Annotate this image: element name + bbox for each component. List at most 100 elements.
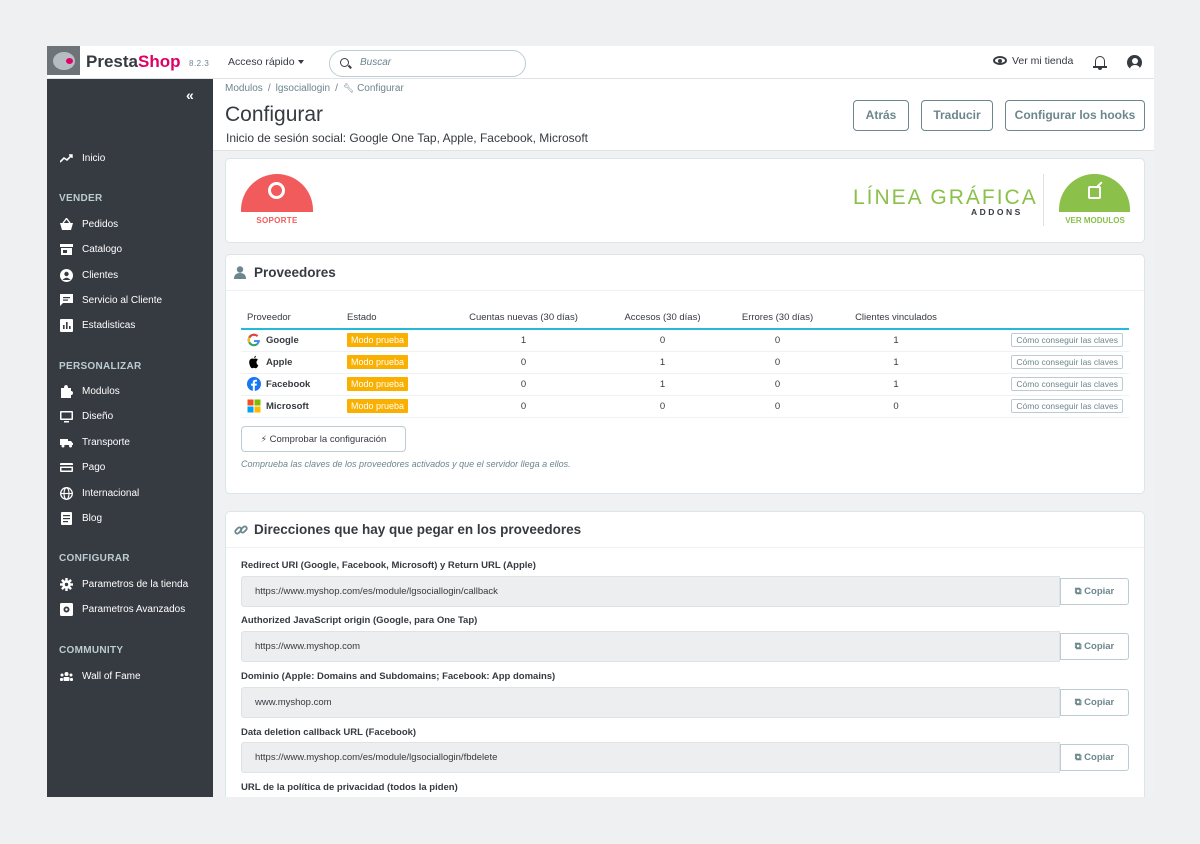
how-to-get-keys-button[interactable]: Cómo conseguir las claves	[1011, 355, 1123, 369]
breadcrumb-modulos[interactable]: Modulos	[225, 83, 263, 94]
sidebar-item-servicio[interactable]: Servicio al Cliente	[47, 290, 213, 312]
sidebar-item-transporte[interactable]: Transporte	[47, 432, 213, 454]
person-icon	[234, 266, 246, 279]
provider-name: Microsoft	[266, 400, 309, 412]
copy-icon: ⧉	[1074, 697, 1082, 708]
copy-button[interactable]: ⧉ Copiar	[1060, 633, 1129, 660]
sidebar-item-catalogo[interactable]: Catalogo	[47, 239, 213, 261]
copy-icon: ⧉	[1074, 641, 1082, 652]
app-window: PrestaShop 8.2.3 Acceso rápido Ver mi ti…	[47, 46, 1154, 797]
column-header: Estado	[341, 307, 431, 330]
status-badge: Modo prueba	[347, 377, 409, 391]
caret-down-icon	[297, 60, 304, 65]
data-deletion-url-field[interactable]: https://www.myshop.com/es/module/lgsocia…	[241, 742, 1060, 773]
search-input[interactable]	[360, 57, 510, 68]
translate-button[interactable]: Traducir	[921, 100, 993, 131]
back-button[interactable]: Atrás	[853, 100, 909, 131]
js-origin-field[interactable]: https://www.myshop.com	[241, 631, 1060, 662]
cell-linked-clients: 1	[846, 351, 946, 374]
sidebar-item-blog[interactable]: Blog	[47, 508, 213, 530]
bar-chart-icon	[60, 319, 73, 332]
sidebar-item-parametros-avanzados[interactable]: Parametros Avanzados	[47, 599, 213, 621]
domain-field[interactable]: www.myshop.com	[241, 687, 1060, 718]
cell-linked-clients: 0	[846, 395, 946, 418]
sidebar-item-inicio[interactable]: Inicio	[47, 148, 213, 170]
cell-new-accounts: 1	[431, 329, 616, 352]
check-configuration-button[interactable]: ⚡︎ Comprobar la configuración	[241, 426, 406, 452]
copy-button[interactable]: ⧉ Copiar	[1060, 744, 1129, 771]
sidebar-item-pedidos[interactable]: Pedidos	[47, 214, 213, 236]
sidebar-item-clientes[interactable]: Clientes	[47, 265, 213, 287]
collapse-sidebar-icon[interactable]: «	[186, 87, 194, 103]
cell-errors: 0	[709, 373, 846, 396]
sidebar-item-estadisticas[interactable]: Estadisticas	[47, 315, 213, 337]
table-row: Microsoft Modo prueba 0 0 0 0 Cómo conse…	[241, 395, 1129, 418]
providers-panel: Proveedores Proveedor Estado Cuentas nue…	[225, 254, 1145, 494]
view-modules-label[interactable]: VER MODULOS	[1055, 216, 1135, 225]
article-icon	[60, 512, 73, 525]
view-modules-button[interactable]	[1059, 174, 1130, 212]
cell-accesses: 1	[616, 351, 709, 374]
table-row: Facebook Modo prueba 0 1 0 1 Cómo conseg…	[241, 373, 1129, 396]
copy-button[interactable]: ⧉ Copiar	[1060, 689, 1129, 716]
status-badge: Modo prueba	[347, 399, 409, 413]
how-to-get-keys-button[interactable]: Cómo conseguir las claves	[1011, 377, 1123, 391]
copy-icon: ⧉	[1074, 586, 1082, 597]
cell-new-accounts: 0	[431, 395, 616, 418]
divider	[1043, 174, 1044, 226]
cell-errors: 0	[709, 395, 846, 418]
sidebar-section-vender: VENDER	[59, 193, 103, 204]
notifications-bell-icon[interactable]	[1093, 56, 1107, 70]
column-header: Accesos (30 días)	[616, 307, 709, 330]
breadcrumb-configurar: Configurar	[357, 83, 404, 94]
cell-linked-clients: 1	[846, 329, 946, 352]
addon-banner-panel: SOPORTE LÍNEA GRÁFICA ADDONS VER MODULOS	[225, 158, 1145, 243]
quick-access-dropdown[interactable]: Acceso rápido	[228, 56, 304, 68]
sidebar-item-wall-of-fame[interactable]: Wall of Fame	[47, 666, 213, 688]
account-circle-icon	[60, 269, 73, 282]
search-icon	[340, 58, 349, 67]
how-to-get-keys-button[interactable]: Cómo conseguir las claves	[1011, 333, 1123, 348]
prestashop-logo-icon[interactable]	[47, 46, 80, 75]
redirect-uri-field[interactable]: https://www.myshop.com/es/module/lgsocia…	[241, 576, 1060, 607]
page-header: Modulos / lgsociallogin / 🔧︎ Configurar Conf…	[213, 79, 1154, 151]
providers-table: Proveedor Estado Cuentas nuevas (30 días…	[241, 307, 1129, 418]
urls-title: Direcciones que hay que pegar en los pro…	[254, 522, 582, 537]
support-label[interactable]: SOPORTE	[241, 216, 313, 225]
addons-logo-sub: ADDONS	[971, 207, 1023, 217]
link-icon	[234, 525, 248, 535]
cell-errors: 0	[709, 351, 846, 374]
brand-name[interactable]: PrestaShop	[86, 52, 180, 72]
breadcrumb: Modulos / lgsociallogin / 🔧︎ Configurar	[225, 83, 404, 94]
cell-linked-clients: 1	[846, 373, 946, 396]
copy-button[interactable]: ⧉ Copiar	[1060, 578, 1129, 605]
desktop-icon	[60, 410, 73, 423]
sidebar-item-parametros-tienda[interactable]: Parametros de la tienda	[47, 574, 213, 596]
group-icon	[60, 670, 73, 683]
column-header: Cuentas nuevas (30 días)	[431, 307, 616, 330]
breadcrumb-lgsociallogin[interactable]: lgsociallogin	[276, 83, 330, 94]
url-label: Dominio (Apple: Domains and Subdomains; …	[241, 671, 556, 682]
sidebar-item-pago[interactable]: Pago	[47, 457, 213, 479]
sidebar-item-internacional[interactable]: Internacional	[47, 483, 213, 505]
copy-icon: ⧉	[1074, 752, 1082, 763]
providers-panel-header: Proveedores	[226, 255, 1144, 291]
column-header: Proveedor	[241, 307, 341, 330]
sidebar-section-configurar: CONFIGURAR	[59, 553, 130, 564]
cell-new-accounts: 0	[431, 373, 616, 396]
user-account-icon[interactable]	[1127, 55, 1142, 70]
configure-hooks-button[interactable]: Configurar los hooks	[1005, 100, 1145, 131]
provider-name: Facebook	[266, 378, 311, 390]
sidebar-item-diseno[interactable]: Diseño	[47, 406, 213, 428]
google-icon	[247, 333, 260, 347]
view-shop-link[interactable]: Ver mi tienda	[993, 55, 1073, 67]
urls-panel: Direcciones que hay que pegar en los pro…	[225, 511, 1145, 797]
urls-panel-header: Direcciones que hay que pegar en los pro…	[226, 512, 1144, 548]
how-to-get-keys-button[interactable]: Cómo conseguir las claves	[1011, 399, 1123, 413]
sidebar-item-modulos[interactable]: Modulos	[47, 381, 213, 403]
search-box[interactable]	[329, 50, 526, 77]
sidebar-section-community: COMMUNITY	[59, 645, 124, 656]
support-button[interactable]	[241, 174, 313, 212]
chat-icon	[60, 294, 73, 307]
basket-icon	[60, 217, 73, 231]
